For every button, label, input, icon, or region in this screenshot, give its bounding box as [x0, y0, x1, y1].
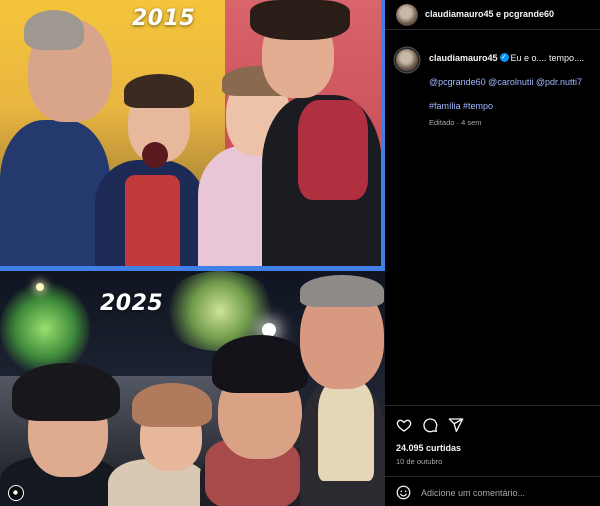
- post-date: 10 de outubro: [396, 457, 443, 466]
- author-avatar[interactable]: [396, 4, 418, 26]
- post-authors[interactable]: claudiamauro45 e pcgrande60: [425, 9, 554, 19]
- verified-badge-icon: [499, 51, 509, 63]
- comment-bar: [385, 476, 600, 506]
- like-count[interactable]: 24.095 curtidas: [396, 443, 461, 453]
- candy-apple: [142, 142, 168, 168]
- post-media[interactable]: 2015 2025: [0, 0, 385, 506]
- year-label-top: 2015: [132, 6, 196, 31]
- photo-2025: 2025: [0, 271, 385, 506]
- caption-text: Eu e o.... tempo....: [510, 53, 585, 63]
- person-scarf: [318, 381, 374, 481]
- caption-meta: Editado · 4 sem: [429, 118, 482, 127]
- share-icon[interactable]: [448, 417, 464, 433]
- carousel-icon[interactable]: [8, 485, 24, 501]
- caption-mentions[interactable]: @pcgrande60 @carolnutii @pdr.nutti7: [429, 77, 582, 87]
- person-beanie: [212, 335, 308, 393]
- post-sidebar: claudiamauro45 e pcgrande60 claudiamauro…: [385, 0, 600, 506]
- person-hair: [24, 10, 84, 50]
- person-body: [0, 120, 110, 266]
- photo-2015: 2015: [0, 0, 385, 266]
- post-actions: [385, 405, 600, 439]
- post-header: claudiamauro45 e pcgrande60: [385, 0, 600, 30]
- person-beanie: [132, 383, 212, 427]
- person-scarf: [298, 100, 368, 200]
- post-caption: claudiamauro45 Eu e o.... tempo....: [429, 51, 597, 64]
- emoji-icon[interactable]: [396, 485, 411, 500]
- caption-hashtags[interactable]: #família #tempo: [429, 101, 493, 111]
- heart-icon[interactable]: [396, 417, 412, 433]
- caption-username[interactable]: claudiamauro45: [429, 53, 498, 63]
- person-beanie: [12, 363, 120, 421]
- caption-avatar[interactable]: [396, 49, 418, 71]
- person-hair: [250, 0, 350, 40]
- comment-icon[interactable]: [422, 417, 438, 433]
- lit-tree: [0, 281, 90, 376]
- year-label-bottom: 2025: [100, 291, 164, 316]
- person-hair: [300, 275, 384, 307]
- person-shirt: [125, 175, 180, 266]
- comment-input[interactable]: [421, 485, 591, 500]
- person-hair: [124, 74, 194, 108]
- street-light: [36, 283, 44, 291]
